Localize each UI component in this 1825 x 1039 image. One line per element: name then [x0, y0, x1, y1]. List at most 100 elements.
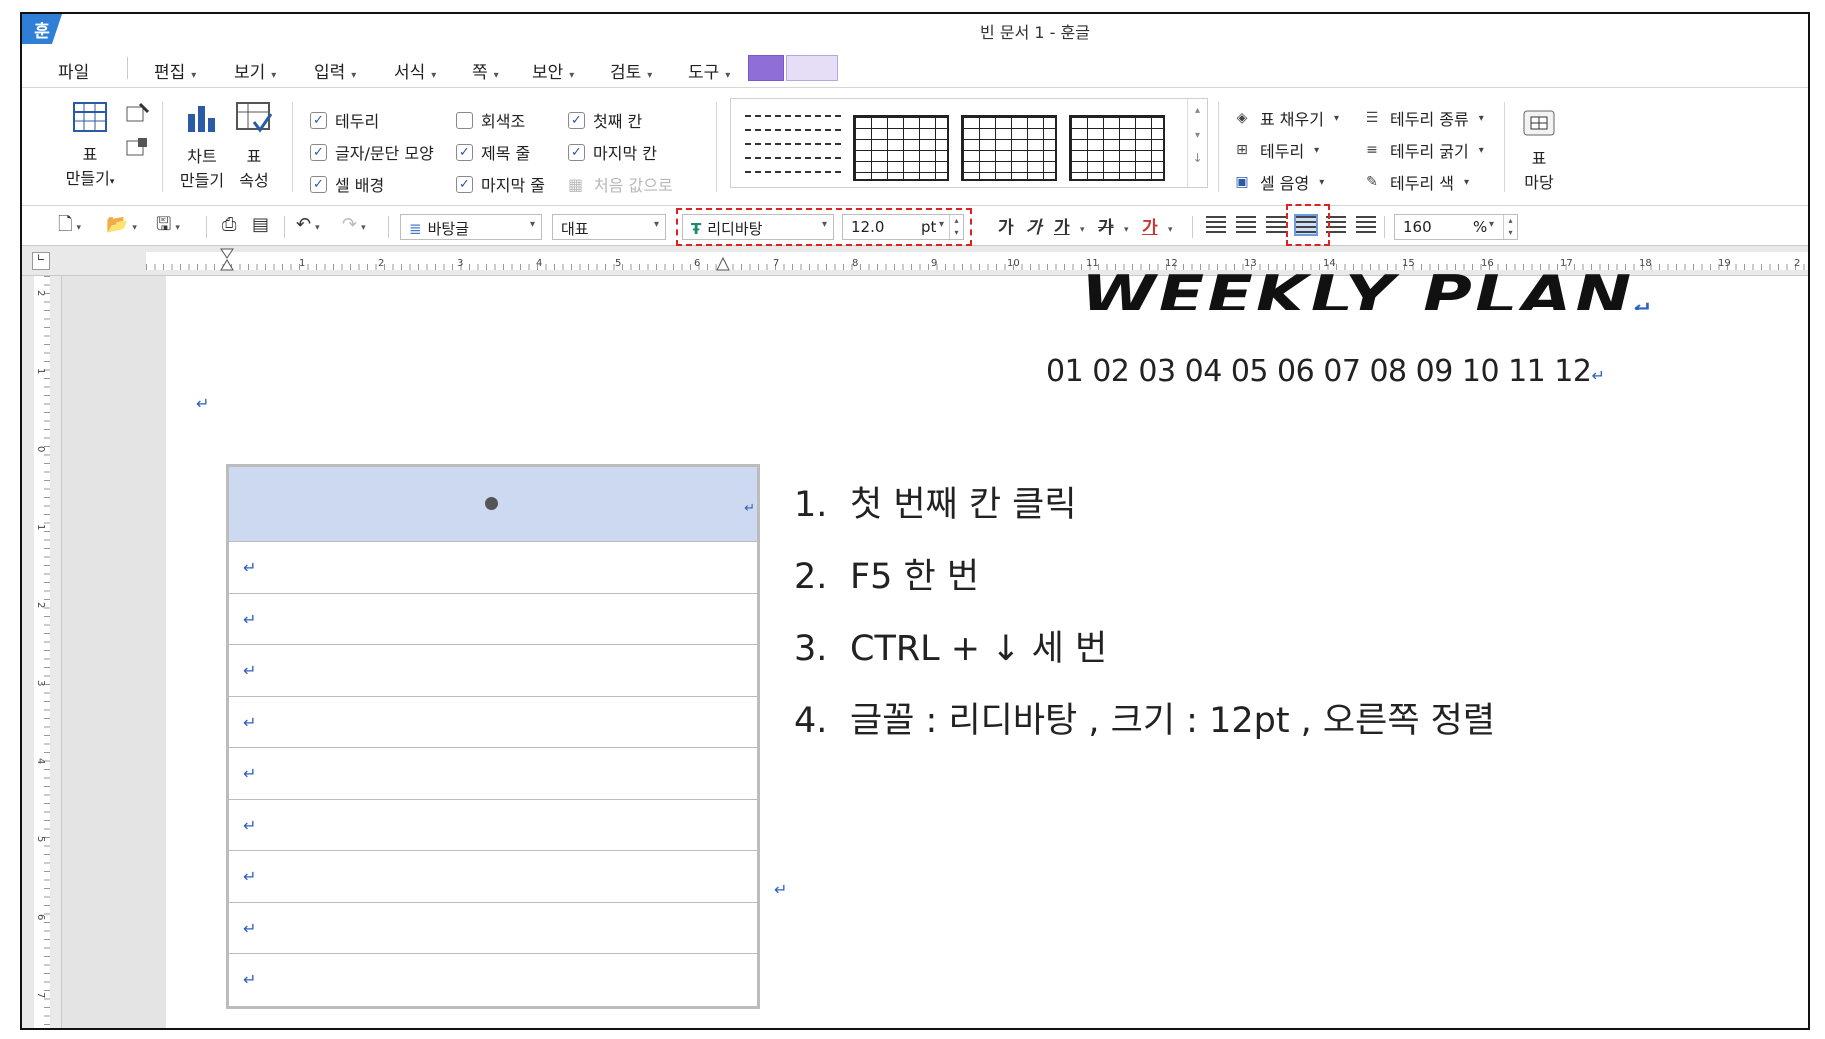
table-row[interactable]: ↵	[229, 748, 757, 800]
check-icon: ✓	[568, 143, 585, 161]
make-table-button[interactable]: 표 만들기▾	[60, 102, 120, 194]
table-fill-label: 표 채우기	[1260, 110, 1324, 129]
text-color-button[interactable]: 가	[1142, 213, 1158, 238]
gallery-expand-icon[interactable]: ↓	[1188, 151, 1207, 165]
table-row[interactable]: ↵	[229, 954, 757, 1006]
scroll-up-icon[interactable]: ▴	[1188, 105, 1207, 116]
toolbar-divider	[1384, 216, 1385, 238]
undo-icon[interactable]: ↶ ▾	[296, 214, 320, 239]
menu-tools[interactable]: 도구 ▾	[688, 58, 730, 83]
cell-shade-button[interactable]: ▣ 셀 음영 ▾	[1232, 170, 1324, 194]
strikethrough-button[interactable]: 가	[1098, 213, 1114, 238]
indent-marker-icon[interactable]	[220, 248, 234, 272]
checkbox-char-para-shape[interactable]: ✓ 글자/문단 모양	[310, 140, 434, 164]
menu-view[interactable]: 보기 ▾	[234, 58, 276, 83]
menu-input[interactable]: 입력 ▾	[314, 58, 356, 83]
align-center-icon[interactable]	[1266, 216, 1286, 234]
reset-to-default-button[interactable]: ▦ 처음 값으로	[568, 172, 673, 196]
table-style-grid-icon[interactable]	[1069, 115, 1165, 181]
paragraph-mark: ↵	[243, 712, 257, 732]
table-style-grid-icon[interactable]	[853, 115, 949, 181]
table-yard-button[interactable]: 표 마당	[1516, 108, 1562, 195]
table-properties-button[interactable]: 표 속성	[226, 102, 282, 193]
zoom-stepper[interactable]: ▴ ▾	[1503, 215, 1517, 239]
table-row[interactable]: ↵	[229, 800, 757, 851]
menu-security[interactable]: 보안 ▾	[532, 58, 574, 83]
menu-review[interactable]: 검토 ▾	[610, 58, 652, 83]
new-document-icon[interactable]: 🗋 ▾	[58, 214, 81, 239]
make-chart-button[interactable]: 차트 만들기	[172, 102, 232, 193]
vruler-number: 6	[35, 914, 46, 921]
redo-icon[interactable]: ↷ ▾	[342, 214, 366, 239]
italic-button[interactable]: 가	[1026, 213, 1042, 238]
table-row[interactable]: ↵	[229, 645, 757, 697]
underline-button[interactable]: 가	[1054, 213, 1070, 238]
align-left-icon[interactable]	[1236, 216, 1256, 234]
check-icon: ✓	[568, 111, 585, 129]
border-width-button[interactable]: ≡ 테두리 굵기 ▾	[1362, 138, 1484, 162]
table-prop-label-top: 표	[246, 147, 262, 166]
month-numbers[interactable]: 01 02 03 04 05 06 07 08 09 10 11 12↵	[1046, 354, 1605, 389]
make-table-label-bottom: 만들기▾	[60, 167, 120, 194]
checkbox-title-row[interactable]: ✓ 제목 줄	[456, 140, 530, 164]
table-style-dashed-icon[interactable]	[745, 115, 841, 181]
vertical-ruler[interactable]: 2 1 0 1 2 3 4 5 6 7	[22, 276, 62, 1028]
border-type-button[interactable]: ☰ 테두리 종류 ▾	[1362, 106, 1484, 130]
strikethrough-dropdown-icon[interactable]: ▾	[1120, 216, 1129, 241]
document-table[interactable]: ↵ ↵ ↵ ↵ ↵ ↵ ↵ ↵ ↵ ↵	[226, 464, 760, 1009]
table-row[interactable]: ↵	[229, 903, 757, 954]
instruction-step[interactable]: 2. F5 한 번	[794, 548, 1495, 620]
scroll-down-icon[interactable]: ▾	[1188, 130, 1207, 141]
draw-table-icon[interactable]	[126, 102, 150, 124]
tab-type-icon[interactable]: ∟	[32, 252, 50, 270]
language-value: 대표	[561, 220, 589, 238]
table-fill-button[interactable]: ◈ 표 채우기 ▾	[1232, 106, 1339, 130]
print-icon[interactable]: ⎙	[222, 214, 236, 236]
document-page[interactable]: WEEKLY PLAN↵ 01 02 03 04 05 06 07 08 09 …	[166, 264, 1808, 1028]
table-row[interactable]: ↵	[229, 594, 757, 645]
align-divide-icon[interactable]	[1356, 216, 1376, 234]
menu-input-label: 입력	[314, 63, 346, 83]
checkbox-cell-background[interactable]: ✓ 셀 배경	[310, 172, 384, 196]
table-row[interactable]: ↵	[229, 851, 757, 903]
checkbox-first-column[interactable]: ✓ 첫째 칸	[568, 108, 642, 132]
chevron-down-icon: ▾	[1463, 176, 1469, 188]
document-title[interactable]: WEEKLY PLAN↵	[1081, 264, 1655, 310]
table-row[interactable]: ↵	[229, 542, 757, 594]
language-select[interactable]: 대표 ▾	[552, 214, 666, 240]
table-design-tab-icon[interactable]	[748, 55, 784, 81]
menu-file[interactable]: 파일	[58, 58, 89, 83]
border-button[interactable]: ⊞ 테두리 ▾	[1232, 138, 1319, 162]
ruler-number: 8	[852, 258, 859, 269]
erase-table-icon[interactable]	[126, 136, 150, 158]
reset-table-icon: ▦	[568, 174, 584, 194]
bold-button[interactable]: 가	[998, 213, 1014, 238]
instruction-step[interactable]: 3. CTRL + ↓ 세 번	[794, 620, 1495, 692]
border-color-button[interactable]: ✎ 테두리 색 ▾	[1362, 170, 1469, 194]
menu-edit[interactable]: 편집 ▾	[154, 58, 196, 83]
checkbox-border[interactable]: ✓ 테두리	[310, 108, 379, 132]
menu-bar: 파일 편집 ▾ 보기 ▾ 입력 ▾ 서식 ▾ 쪽 ▾ 보안 ▾ 검토 ▾ 도구 ▾	[22, 48, 1808, 88]
gallery-scrollbar[interactable]: ▴ ▾ ↓	[1187, 99, 1207, 187]
preview-icon[interactable]: ▤	[252, 214, 269, 236]
underline-dropdown-icon[interactable]: ▾	[1076, 216, 1085, 241]
instruction-step[interactable]: 4. 글꼴 : 리디바탕 , 크기 : 12pt , 오른쪽 정렬	[794, 692, 1495, 764]
save-icon[interactable]: 🖫 ▾	[156, 214, 180, 239]
checkbox-grayscale[interactable]: 회색조	[456, 108, 525, 132]
toolbar-divider	[206, 216, 207, 238]
menu-format[interactable]: 서식 ▾	[394, 58, 436, 83]
paragraph-style-select[interactable]: ≣ 바탕글 ▾	[400, 214, 542, 240]
table-layout-tab-icon[interactable]	[786, 55, 838, 81]
menu-page[interactable]: 쪽 ▾	[472, 58, 499, 83]
right-margin-marker-icon[interactable]	[716, 256, 730, 272]
table-row[interactable]: ↵	[229, 697, 757, 748]
table-style-grid-icon[interactable]	[961, 115, 1057, 181]
checkbox-last-row[interactable]: ✓ 마지막 줄	[456, 172, 545, 196]
open-folder-icon[interactable]: 📂 ▾	[106, 214, 137, 239]
instruction-step[interactable]: 1. 첫 번째 칸 클릭	[794, 476, 1495, 548]
align-justify-icon[interactable]	[1206, 216, 1226, 234]
zoom-field[interactable]: 160% ▾ ▴ ▾	[1394, 214, 1518, 240]
text-color-dropdown-icon[interactable]: ▾	[1164, 216, 1173, 241]
checkbox-last-column[interactable]: ✓ 마지막 칸	[568, 140, 657, 164]
table-row-selected[interactable]: ↵	[229, 467, 757, 542]
